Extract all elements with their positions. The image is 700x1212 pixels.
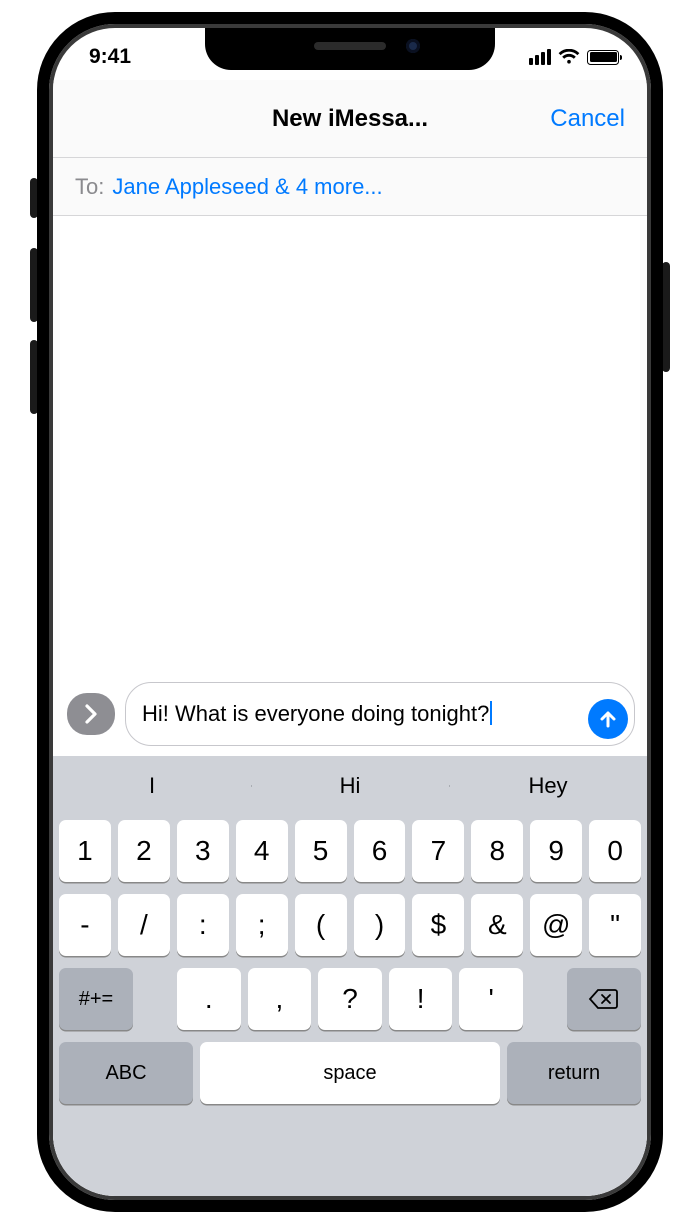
notch bbox=[205, 28, 495, 70]
key-at[interactable]: @ bbox=[530, 894, 582, 956]
text-cursor bbox=[490, 701, 492, 725]
expand-apps-button[interactable] bbox=[67, 693, 115, 735]
key-1[interactable]: 1 bbox=[59, 820, 111, 882]
key-dollar[interactable]: $ bbox=[412, 894, 464, 956]
abc-key[interactable]: ABC bbox=[59, 1042, 193, 1104]
return-key[interactable]: return bbox=[507, 1042, 641, 1104]
power-button bbox=[662, 262, 670, 372]
key-semicolon[interactable]: ; bbox=[236, 894, 288, 956]
send-button[interactable] bbox=[588, 699, 628, 739]
key-colon[interactable]: : bbox=[177, 894, 229, 956]
page-title: New iMessa... bbox=[272, 105, 428, 133]
cancel-button[interactable]: Cancel bbox=[550, 105, 625, 133]
speaker-grille bbox=[314, 42, 386, 50]
key-9[interactable]: 9 bbox=[530, 820, 582, 882]
wifi-icon bbox=[558, 49, 580, 65]
message-text: Hi! What is everyone doing tonight? bbox=[142, 700, 492, 728]
cellular-icon bbox=[529, 49, 551, 65]
prediction-2[interactable]: Hi bbox=[251, 773, 449, 799]
key-lparen[interactable]: ( bbox=[295, 894, 347, 956]
key-question[interactable]: ? bbox=[318, 968, 382, 1030]
key-7[interactable]: 7 bbox=[412, 820, 464, 882]
key-exclaim[interactable]: ! bbox=[389, 968, 453, 1030]
key-slash[interactable]: / bbox=[118, 894, 170, 956]
screen: 9:41 New iMessa... Cancel To: Jane Apple… bbox=[49, 24, 651, 1200]
keyboard: I Hi Hey 1 2 3 4 5 6 7 8 9 0 - bbox=[53, 756, 647, 1196]
key-row-2: - / : ; ( ) $ & @ " bbox=[59, 894, 641, 956]
key-0[interactable]: 0 bbox=[589, 820, 641, 882]
key-apostrophe[interactable]: ' bbox=[459, 968, 523, 1030]
recipients-text: Jane Appleseed & 4 more... bbox=[112, 174, 382, 200]
backspace-icon bbox=[588, 987, 620, 1011]
predictive-row: I Hi Hey bbox=[53, 756, 647, 816]
key-3[interactable]: 3 bbox=[177, 820, 229, 882]
key-row-4: ABC space return bbox=[59, 1042, 641, 1104]
prediction-3[interactable]: Hey bbox=[449, 773, 647, 799]
status-indicators bbox=[529, 49, 619, 65]
prediction-1[interactable]: I bbox=[53, 773, 251, 799]
key-2[interactable]: 2 bbox=[118, 820, 170, 882]
space-key[interactable]: space bbox=[200, 1042, 500, 1104]
key-quote[interactable]: " bbox=[589, 894, 641, 956]
key-row-1: 1 2 3 4 5 6 7 8 9 0 bbox=[59, 820, 641, 882]
backspace-key[interactable] bbox=[567, 968, 641, 1030]
front-camera bbox=[406, 39, 420, 53]
key-dash[interactable]: - bbox=[59, 894, 111, 956]
key-6[interactable]: 6 bbox=[354, 820, 406, 882]
key-4[interactable]: 4 bbox=[236, 820, 288, 882]
arrow-up-icon bbox=[597, 708, 619, 730]
key-row-3: #+= . , ? ! ' bbox=[59, 968, 641, 1030]
status-time: 9:41 bbox=[89, 45, 131, 69]
key-rparen[interactable]: ) bbox=[354, 894, 406, 956]
key-comma[interactable]: , bbox=[248, 968, 312, 1030]
compose-bar: Hi! What is everyone doing tonight? bbox=[53, 674, 647, 756]
key-amp[interactable]: & bbox=[471, 894, 523, 956]
battery-icon bbox=[587, 50, 619, 65]
nav-header: New iMessa... Cancel bbox=[53, 80, 647, 158]
to-label: To: bbox=[75, 174, 104, 200]
recipients-field[interactable]: To: Jane Appleseed & 4 more... bbox=[53, 158, 647, 216]
key-5[interactable]: 5 bbox=[295, 820, 347, 882]
key-8[interactable]: 8 bbox=[471, 820, 523, 882]
phone-frame: 9:41 New iMessa... Cancel To: Jane Apple… bbox=[37, 12, 663, 1212]
symbols-shift-key[interactable]: #+= bbox=[59, 968, 133, 1030]
message-input[interactable]: Hi! What is everyone doing tonight? bbox=[125, 682, 635, 746]
key-period[interactable]: . bbox=[177, 968, 241, 1030]
chevron-right-icon bbox=[82, 703, 100, 725]
